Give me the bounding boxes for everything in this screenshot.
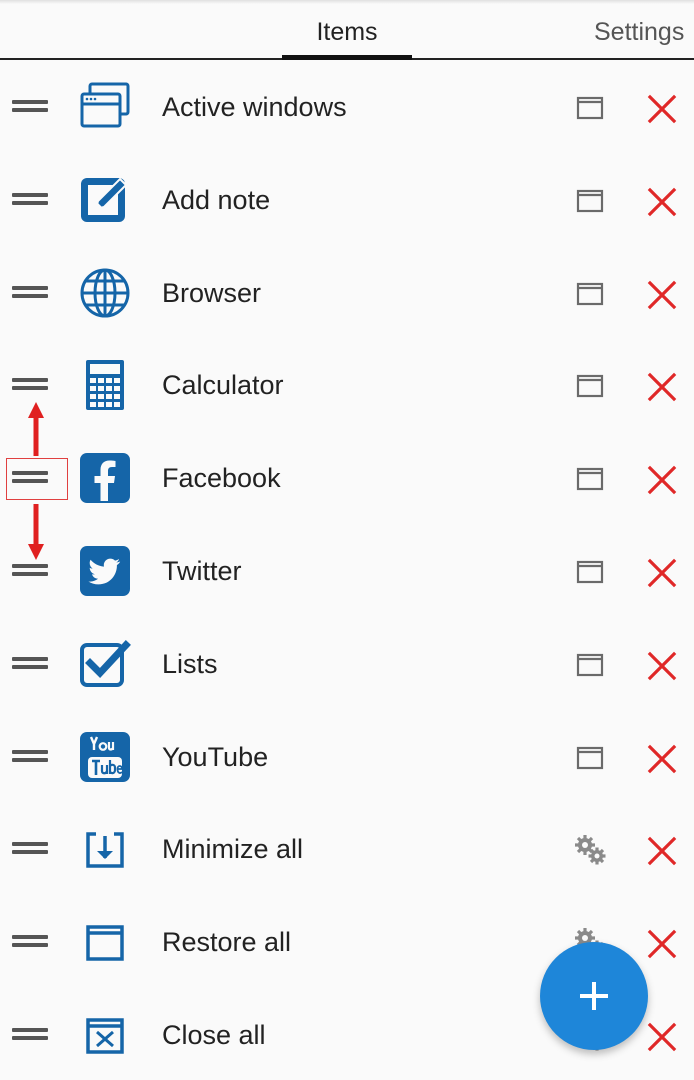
window-mode-icon[interactable] [576, 560, 604, 584]
item-label: Add note [162, 184, 271, 215]
tab-items-label: Items [316, 18, 378, 46]
tab-selected-indicator [282, 55, 412, 60]
settings-gear-icon[interactable] [572, 832, 608, 868]
arrow-down-icon [26, 504, 46, 562]
tab-settings-label: Settings [594, 18, 685, 46]
item-label: Restore all [162, 927, 292, 958]
item-label: Browser [162, 277, 262, 308]
window-mode-icon[interactable] [576, 746, 604, 770]
drag-handle-icon[interactable] [12, 562, 48, 578]
youtube-icon [78, 730, 132, 784]
plus-icon [580, 982, 608, 1010]
globe-icon [78, 266, 132, 320]
drag-handle-icon[interactable] [12, 376, 48, 392]
window-mode-icon[interactable] [576, 374, 604, 398]
drag-handle-icon[interactable] [12, 748, 48, 764]
drag-highlight-box [6, 458, 68, 500]
item-label: Active windows [162, 92, 347, 122]
delete-icon[interactable] [646, 928, 678, 960]
delete-icon[interactable] [646, 557, 678, 589]
item-label: Close all [162, 1019, 266, 1050]
delete-icon[interactable] [646, 1021, 678, 1053]
delete-icon[interactable] [646, 279, 678, 311]
item-label: Facebook [162, 463, 281, 494]
list-item-calculator[interactable]: Calculator [0, 340, 694, 433]
list-item-lists[interactable]: Lists [0, 619, 694, 712]
drag-handle-icon[interactable] [12, 840, 48, 856]
item-label: Lists [162, 648, 218, 679]
delete-icon[interactable] [646, 371, 678, 403]
item-label: Calculator [162, 370, 284, 401]
drag-handle-icon[interactable] [12, 1026, 48, 1042]
delete-icon[interactable] [646, 93, 678, 125]
items-list: Active windows Add note Browser Calculat… [0, 62, 694, 1080]
list-item-minimize-all[interactable]: Minimize all [0, 804, 694, 897]
drag-handle-icon[interactable] [12, 191, 48, 207]
list-item-add-note[interactable]: Add note [0, 155, 694, 248]
restore-all-icon [78, 915, 132, 969]
window-mode-icon[interactable] [576, 282, 604, 306]
drag-handle-icon[interactable] [12, 933, 48, 949]
delete-icon[interactable] [646, 186, 678, 218]
drag-handle-icon[interactable] [12, 655, 48, 671]
add-item-button[interactable] [540, 942, 648, 1050]
delete-icon[interactable] [646, 743, 678, 775]
delete-icon[interactable] [646, 835, 678, 867]
tab-settings[interactable]: Settings [594, 14, 684, 58]
tab-items[interactable]: Items [282, 14, 412, 60]
item-label: Twitter [162, 555, 242, 586]
arrow-up-icon [26, 400, 46, 456]
active-windows-icon [78, 80, 132, 134]
item-label: Minimize all [162, 834, 304, 865]
window-mode-icon[interactable] [576, 467, 604, 491]
delete-icon[interactable] [646, 650, 678, 682]
facebook-icon [78, 451, 132, 505]
list-item-browser[interactable]: Browser [0, 248, 694, 341]
window-mode-icon[interactable] [576, 189, 604, 213]
twitter-icon [78, 544, 132, 598]
delete-icon[interactable] [646, 464, 678, 496]
list-item-twitter[interactable]: Twitter [0, 526, 694, 619]
drag-handle-icon[interactable] [12, 284, 48, 300]
minimize-all-icon [78, 822, 132, 876]
list-item-facebook[interactable]: Facebook [0, 433, 694, 526]
checkbox-icon [78, 637, 132, 691]
window-mode-icon[interactable] [576, 653, 604, 677]
tab-bar: Items Settings [0, 0, 694, 60]
item-label: YouTube [162, 741, 269, 772]
list-item-youtube[interactable]: YouTube [0, 712, 694, 805]
window-mode-icon[interactable] [576, 96, 604, 120]
close-all-icon [78, 1008, 132, 1062]
list-item-active-windows[interactable]: Active windows [0, 62, 694, 155]
add-note-icon [78, 173, 132, 227]
calculator-icon [78, 358, 132, 412]
drag-handle-icon[interactable] [12, 98, 48, 114]
